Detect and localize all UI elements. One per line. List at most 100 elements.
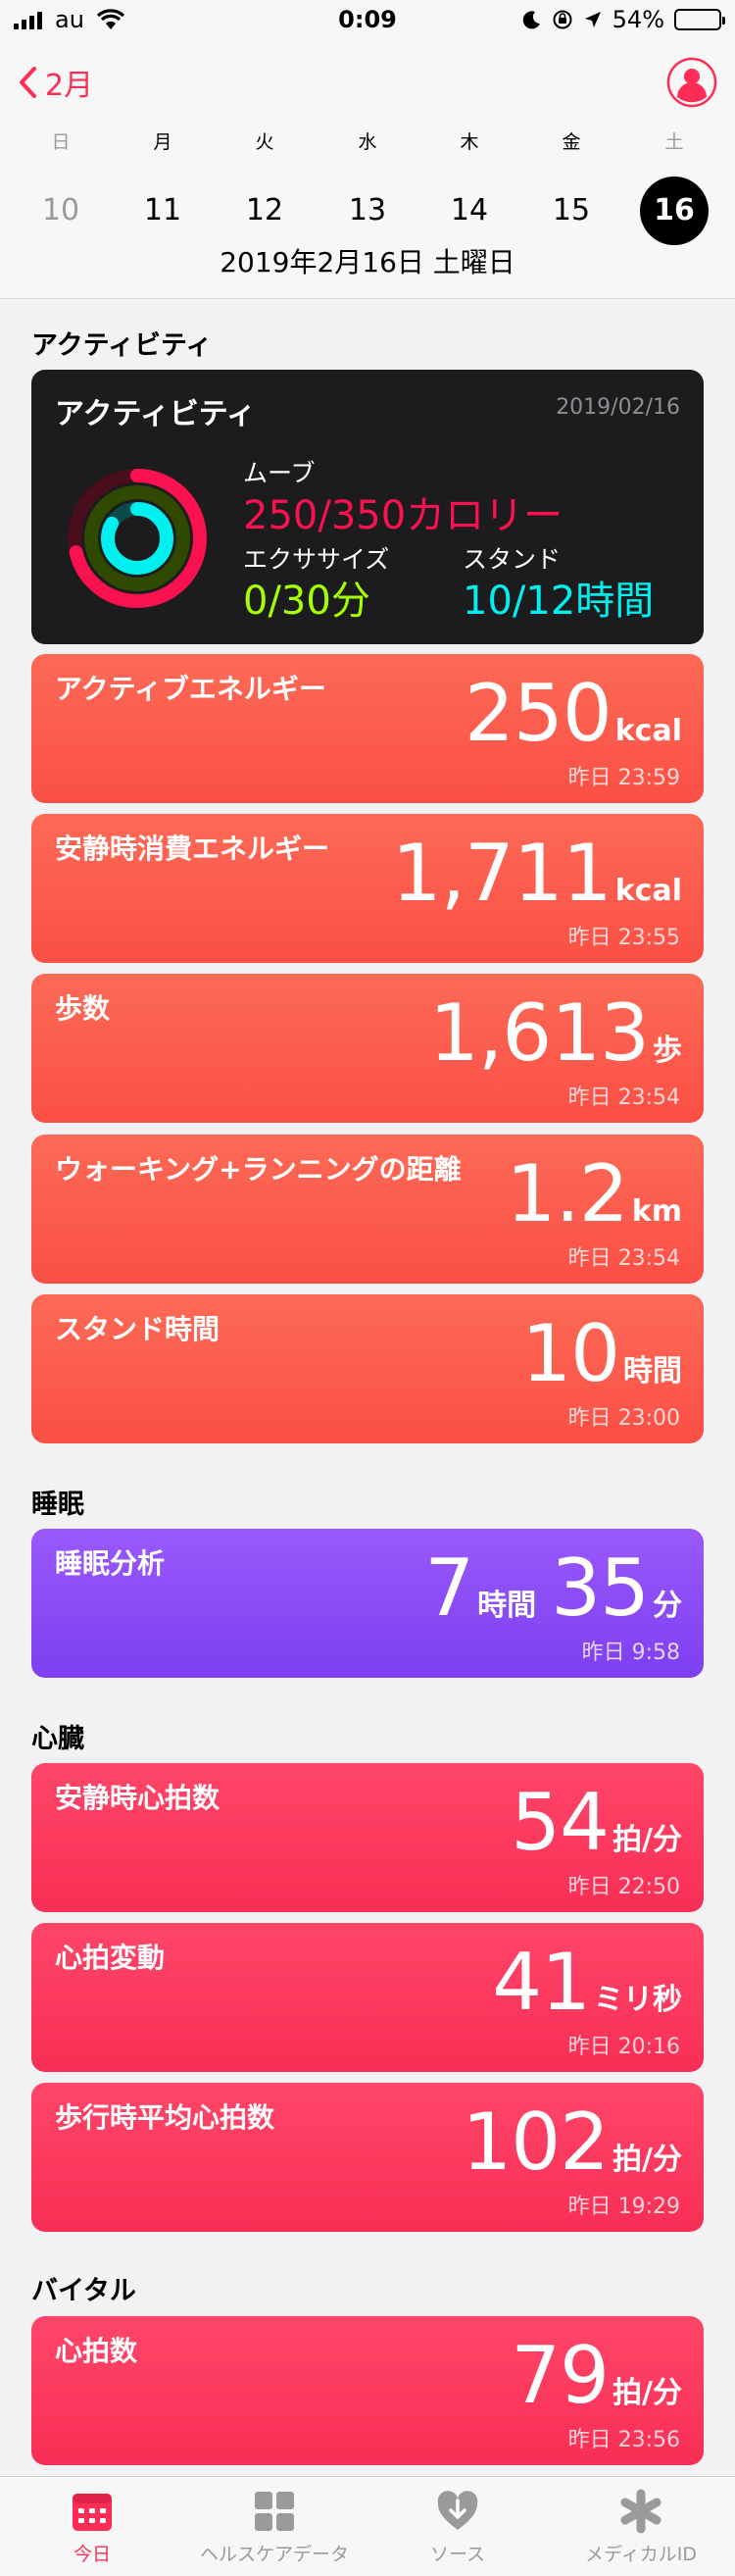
metric-number: 1.2 bbox=[506, 1148, 629, 1239]
metric-value: 79 拍/分 bbox=[511, 2330, 682, 2421]
date-cell-selected[interactable]: 16 bbox=[640, 177, 709, 245]
activity-card-title: アクティビティ bbox=[55, 397, 256, 431]
tab-today[interactable]: 今日 bbox=[14, 2489, 171, 2566]
activity-card[interactable]: アクティビティ 2019/02/16 ムーブ 250/350カロリー エクササイ… bbox=[31, 370, 704, 644]
metric-timestamp: 昨日 9:58 bbox=[581, 1641, 680, 1665]
metric-timestamp: 昨日 23:54 bbox=[567, 1086, 680, 1110]
date-cell[interactable]: 13 bbox=[333, 177, 402, 245]
battery-icon bbox=[674, 9, 725, 30]
metric-card-resting-energy[interactable]: 安静時消費エネルギー 1,711 kcal 昨日 23:55 bbox=[31, 814, 704, 963]
metric-unit: 拍/分 bbox=[612, 2376, 682, 2410]
metric-label: 歩数 bbox=[55, 992, 111, 1025]
metric-card-resting-heart-rate[interactable]: 安静時心拍数 54 拍/分 昨日 22:50 bbox=[31, 1763, 704, 1912]
metric-number: 10 bbox=[521, 1308, 620, 1399]
exercise-value: 0/30分 bbox=[243, 579, 370, 624]
metric-card-heart-rate-variability[interactable]: 心拍変動 41 ミリ秒 昨日 20:16 bbox=[31, 1923, 704, 2072]
metric-timestamp: 昨日 23:56 bbox=[567, 2428, 680, 2452]
metric-label: 安静時心拍数 bbox=[55, 1782, 220, 1814]
metric-value: 7 時間 35 分 bbox=[424, 1542, 682, 1634]
metric-number: 102 bbox=[462, 2096, 610, 2188]
metric-unit: 時間 bbox=[477, 1589, 537, 1623]
tab-bar: 今日 ヘルスケアデータ ソース メディカルID bbox=[0, 2476, 735, 2576]
metric-unit: 拍/分 bbox=[612, 1823, 682, 1857]
metric-value: 1.2 km bbox=[507, 1148, 682, 1239]
date-cell[interactable]: 14 bbox=[435, 177, 504, 245]
metric-number: 35 bbox=[551, 1542, 650, 1634]
back-button[interactable]: 2月 bbox=[18, 61, 93, 104]
metric-number: 79 bbox=[511, 2330, 610, 2421]
tab-today-label: 今日 bbox=[73, 2544, 111, 2565]
metric-label: 心拍変動 bbox=[55, 1942, 166, 1974]
metric-card-walk-run-distance[interactable]: ウォーキング+ランニングの距離 1.2 km 昨日 23:54 bbox=[31, 1135, 704, 1284]
metric-value: 1,711 kcal bbox=[392, 828, 682, 919]
section-title-activity: アクティビティ bbox=[31, 330, 213, 361]
date-header: 2月 日 月 火 水 木 金 土 10 11 12 13 14 15 16 20… bbox=[0, 39, 735, 299]
metric-label: 心拍数 bbox=[55, 2335, 138, 2367]
metric-unit: 時間 bbox=[623, 1354, 682, 1389]
tab-health-data-label: ヘルスケアデータ bbox=[199, 2544, 349, 2565]
metric-number: 1,613 bbox=[428, 987, 650, 1079]
tab-sources-label: ソース bbox=[429, 2544, 486, 2565]
tab-sources[interactable]: ソース bbox=[379, 2489, 536, 2566]
metric-unit: km bbox=[631, 1194, 682, 1229]
metric-label: アクティブエネルギー bbox=[55, 673, 326, 705]
battery-percent: 54% bbox=[612, 6, 664, 33]
metric-value: 1,613 歩 bbox=[429, 987, 682, 1079]
back-label: 2月 bbox=[45, 69, 94, 103]
metric-timestamp: 昨日 22:50 bbox=[567, 1875, 680, 1899]
weekday-sun: 日 bbox=[51, 131, 71, 153]
metric-unit: kcal bbox=[614, 874, 682, 908]
activity-card-date: 2019/02/16 bbox=[556, 395, 680, 420]
metric-card-sleep-analysis[interactable]: 睡眠分析 7 時間 35 分 昨日 9:58 bbox=[31, 1529, 704, 1678]
orientation-lock-icon bbox=[553, 10, 572, 29]
profile-avatar-icon[interactable] bbox=[666, 57, 717, 108]
metric-label: 睡眠分析 bbox=[55, 1547, 166, 1580]
section-title-sleep: 睡眠 bbox=[31, 1490, 84, 1520]
date-cell[interactable]: 11 bbox=[128, 177, 197, 245]
tab-medical-id-label: メディカルID bbox=[585, 2544, 697, 2565]
section-title-vitals: バイタル bbox=[31, 2276, 136, 2306]
calendar-icon bbox=[73, 2494, 112, 2531]
metric-unit: 拍/分 bbox=[612, 2143, 682, 2177]
chevron-left-icon bbox=[20, 67, 36, 98]
move-value: 250/350カロリー bbox=[243, 493, 564, 538]
grid-icon bbox=[255, 2492, 294, 2531]
date-cell[interactable]: 12 bbox=[230, 177, 299, 245]
metric-unit: 歩 bbox=[653, 1034, 682, 1068]
stand-value: 10/12時間 bbox=[463, 579, 655, 624]
metric-timestamp: 昨日 23:59 bbox=[567, 766, 680, 790]
metric-card-stand-hours[interactable]: スタンド時間 10 時間 昨日 23:00 bbox=[31, 1294, 704, 1443]
metric-value: 54 拍/分 bbox=[511, 1777, 682, 1868]
metric-number: 7 bbox=[424, 1542, 474, 1634]
metric-card-steps[interactable]: 歩数 1,613 歩 昨日 23:54 bbox=[31, 974, 704, 1123]
date-cell[interactable]: 10 bbox=[26, 177, 95, 245]
metric-timestamp: 昨日 23:55 bbox=[567, 926, 680, 950]
metric-card-active-energy[interactable]: アクティブエネルギー 250 kcal 昨日 23:59 bbox=[31, 654, 704, 803]
metric-card-heart-rate[interactable]: 心拍数 79 拍/分 昨日 23:56 bbox=[31, 2316, 704, 2465]
metric-value: 10 時間 bbox=[521, 1308, 682, 1399]
weekday-wed: 水 bbox=[358, 131, 377, 153]
weekday-mon: 月 bbox=[153, 131, 172, 153]
metric-label: 歩行時平均心拍数 bbox=[55, 2101, 275, 2134]
metric-unit: kcal bbox=[614, 714, 682, 748]
metric-card-walking-heart-rate[interactable]: 歩行時平均心拍数 102 拍/分 昨日 19:29 bbox=[31, 2083, 704, 2232]
weekday-fri: 金 bbox=[562, 131, 581, 153]
weekday-tue: 火 bbox=[255, 131, 274, 153]
metric-timestamp: 昨日 23:54 bbox=[567, 1246, 680, 1271]
weekday-sat: 土 bbox=[664, 131, 684, 153]
metric-value: 102 拍/分 bbox=[462, 2096, 682, 2188]
weekday-thu: 木 bbox=[460, 131, 479, 153]
tab-health-data[interactable]: ヘルスケアデータ bbox=[196, 2489, 353, 2566]
activity-rings-icon bbox=[68, 469, 207, 608]
metric-unit: 分 bbox=[653, 1589, 682, 1623]
date-cell[interactable]: 15 bbox=[537, 177, 606, 245]
section-title-heart: 心臓 bbox=[31, 1724, 84, 1754]
metric-number: 54 bbox=[511, 1777, 610, 1868]
metric-timestamp: 昨日 20:16 bbox=[567, 2035, 680, 2059]
metric-number: 41 bbox=[492, 1937, 591, 2028]
metric-value: 41 ミリ秒 bbox=[492, 1937, 682, 2028]
location-arrow-icon bbox=[584, 12, 601, 27]
metric-timestamp: 昨日 23:00 bbox=[567, 1406, 680, 1431]
tab-medical-id[interactable]: メディカルID bbox=[563, 2489, 719, 2566]
metric-label: スタンド時間 bbox=[55, 1313, 220, 1345]
